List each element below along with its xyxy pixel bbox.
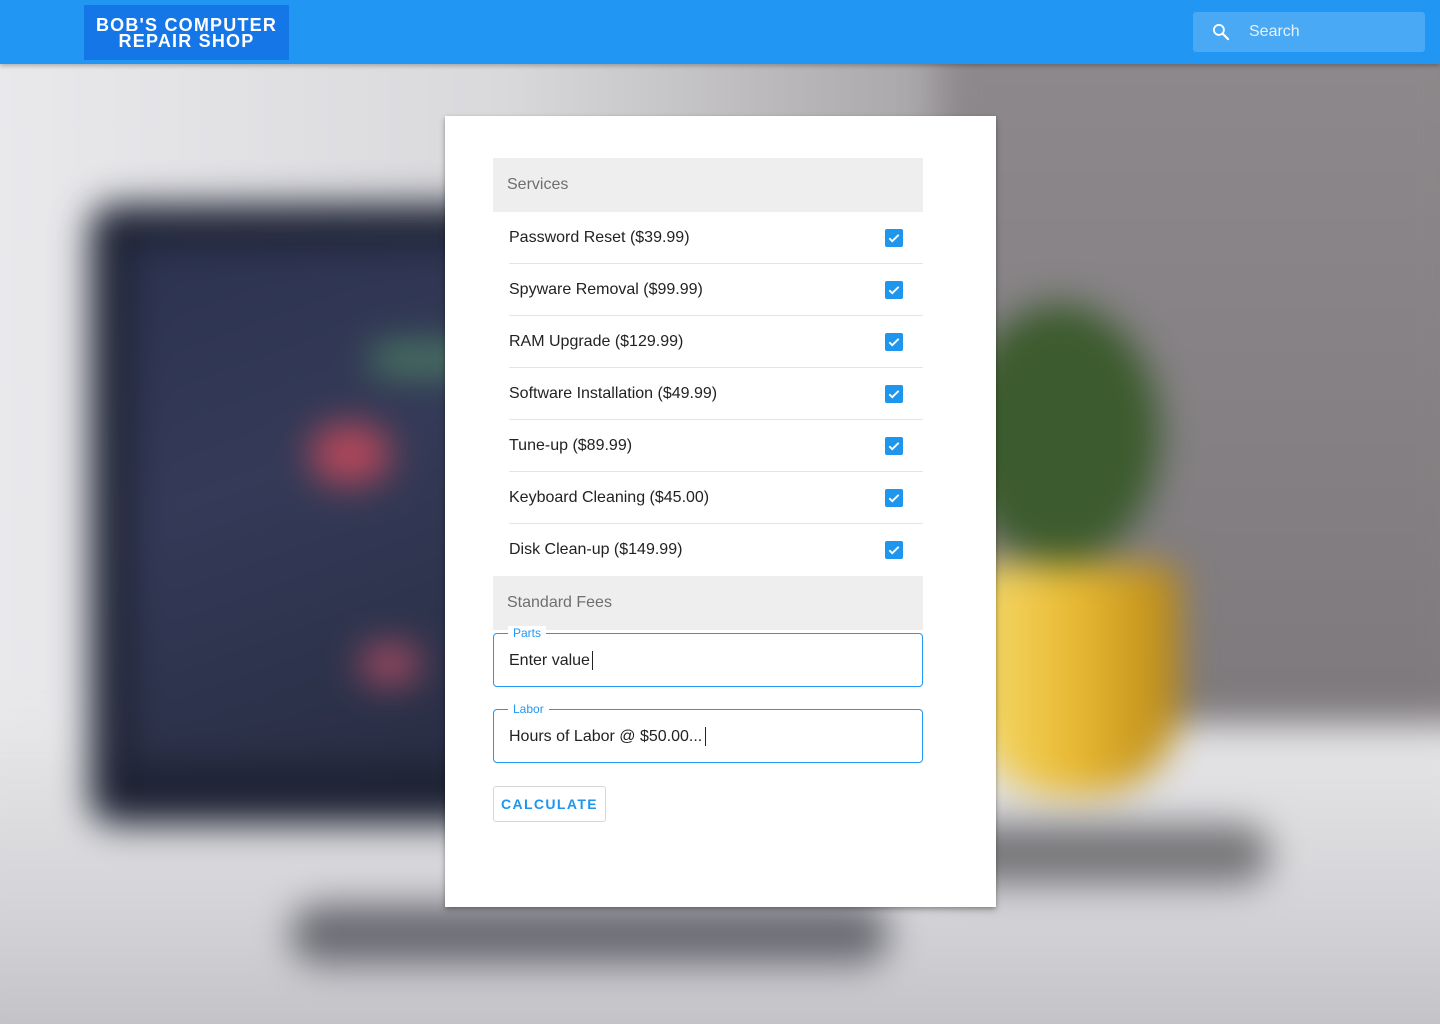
- service-checkbox[interactable]: [885, 280, 903, 299]
- services-list: Password Reset ($39.99) Spyware Removal …: [509, 212, 923, 576]
- parts-label: Parts: [508, 626, 547, 640]
- repair-form-card: Services Password Reset ($39.99) Spyware…: [445, 116, 996, 907]
- service-label: Disk Clean-up ($149.99): [509, 541, 683, 558]
- standard-fees-header: Standard Fees: [493, 576, 923, 630]
- list-item[interactable]: RAM Upgrade ($129.99): [509, 316, 923, 368]
- service-label: Password Reset ($39.99): [509, 228, 690, 246]
- services-header: Services: [493, 158, 923, 212]
- labor-input[interactable]: [509, 725, 909, 749]
- service-checkbox[interactable]: [885, 541, 903, 559]
- text-cursor: [592, 651, 593, 670]
- calculate-button[interactable]: CALCULATE: [493, 786, 606, 822]
- labor-field[interactable]: Labor: [493, 702, 923, 763]
- service-checkbox[interactable]: [885, 436, 903, 455]
- shop-logo[interactable]: BOB'S COMPUTER REPAIR SHOP: [84, 5, 289, 60]
- list-item[interactable]: Password Reset ($39.99): [509, 212, 923, 264]
- service-checkbox[interactable]: [885, 332, 903, 351]
- list-item[interactable]: Disk Clean-up ($149.99): [509, 524, 923, 576]
- service-checkbox[interactable]: [885, 488, 903, 507]
- service-checkbox[interactable]: [885, 228, 903, 247]
- service-label: Tune-up ($89.99): [509, 436, 633, 454]
- service-label: Keyboard Cleaning ($45.00): [509, 488, 710, 506]
- list-item[interactable]: Keyboard Cleaning ($45.00): [509, 472, 923, 524]
- list-item[interactable]: Software Installation ($49.99): [509, 368, 923, 420]
- search-icon[interactable]: [1193, 12, 1249, 52]
- parts-field[interactable]: Parts: [493, 626, 923, 687]
- top-app-bar: BOB'S COMPUTER REPAIR SHOP: [0, 0, 1440, 64]
- service-label: Software Installation ($49.99): [509, 384, 718, 402]
- labor-label: Labor: [508, 702, 549, 716]
- logo-line-2: REPAIR SHOP: [118, 30, 255, 51]
- list-item[interactable]: Spyware Removal ($99.99): [509, 264, 923, 316]
- list-item[interactable]: Tune-up ($89.99): [509, 420, 923, 472]
- service-checkbox[interactable]: [885, 384, 903, 403]
- search-input[interactable]: [1249, 23, 1419, 41]
- text-cursor: [705, 727, 706, 746]
- service-label: RAM Upgrade ($129.99): [509, 332, 684, 350]
- search-box[interactable]: [1193, 12, 1425, 52]
- parts-input[interactable]: [509, 649, 909, 673]
- service-label: Spyware Removal ($99.99): [509, 280, 703, 298]
